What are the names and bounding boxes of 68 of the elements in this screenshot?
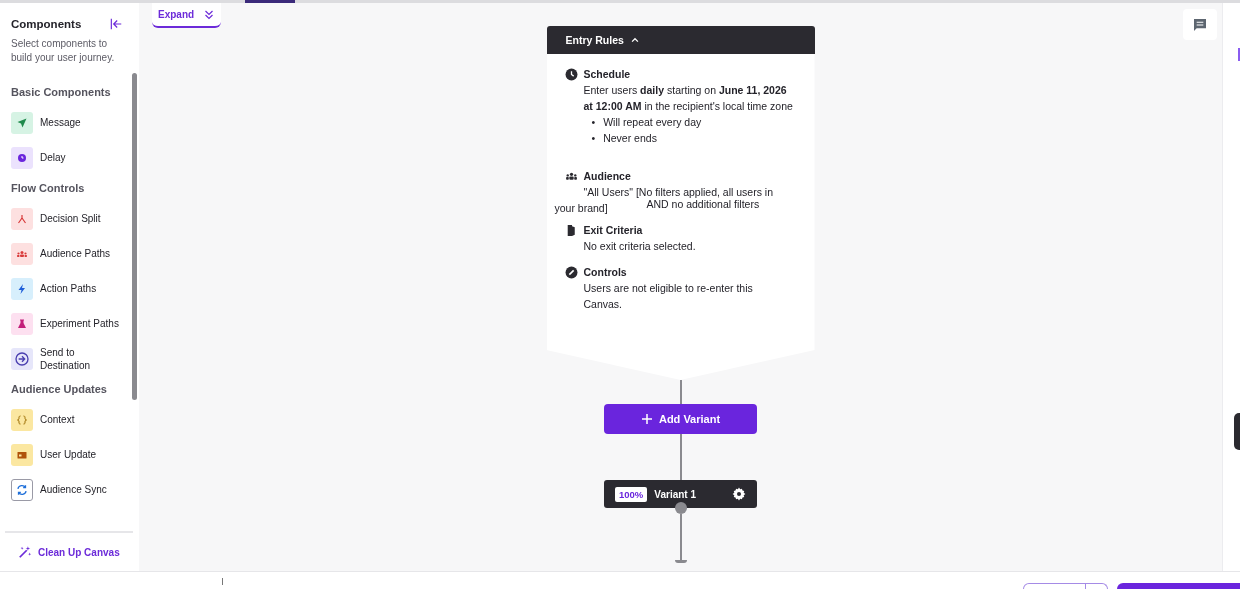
section-heading: Basic Components (10, 85, 112, 100)
magic-wand-icon (18, 545, 32, 559)
component-tile[interactable] (11, 443, 33, 466)
collapse-icon[interactable] (109, 17, 123, 31)
panel-description: Select components to build your user journey. (11, 37, 116, 65)
comment-button[interactable] (1183, 9, 1217, 40)
send-icon (16, 116, 28, 129)
component-tile[interactable] (11, 207, 33, 230)
component-label[interactable]: Audience Paths (40, 247, 120, 260)
bolt-icon (16, 282, 28, 295)
chevron-icon (629, 35, 640, 45)
percentage-badge: 100% (615, 486, 648, 502)
exit-criteria-text: No exit criteria selected. (583, 239, 697, 254)
component-tile[interactable] (11, 408, 33, 431)
clock-icon (16, 151, 28, 164)
variant-name: Variant 1 (654, 488, 697, 500)
audience-text: your brand] (554, 201, 609, 216)
comment-icon (1192, 16, 1208, 33)
component-label[interactable]: User Update (40, 448, 120, 461)
section-heading: Flow Controls (10, 181, 86, 196)
schedule-text: Enter users daily starting on June 11, 2026 at 12:00 AM in the recipient's local time zone (583, 83, 794, 114)
schedule-bullet: Will repeat every day (603, 115, 702, 130)
variant-node[interactable]: 100% Variant 1 (604, 480, 757, 508)
braces-icon (16, 413, 28, 426)
section-heading: Audience Updates (10, 382, 108, 397)
controls-text: Users are not eligible to re-enter this Canvas. (583, 281, 754, 312)
panel-tab[interactable] (1234, 413, 1240, 450)
gauge-icon (564, 265, 578, 279)
panel-title: Components (11, 18, 82, 30)
section-title: Exit Criteria (583, 223, 643, 238)
bullet-mark: • (591, 115, 596, 130)
component-label[interactable]: Message (40, 116, 120, 129)
sync-icon (15, 482, 29, 497)
component-tile[interactable] (11, 277, 33, 300)
arrow-circle-icon (14, 350, 30, 367)
plus-icon (640, 413, 653, 425)
audience-text: "All Users" [No filters applied, all users in (583, 185, 775, 200)
component-tile[interactable] (11, 111, 33, 134)
schedule-bullet: Never ends (603, 131, 657, 146)
component-label[interactable]: Audience Sync (40, 483, 120, 496)
section-title: Audience (583, 169, 631, 184)
component-label[interactable]: Send to Destination (40, 345, 120, 372)
split-button[interactable] (1023, 583, 1108, 589)
clock-icon (564, 67, 578, 81)
double-chevron-icon (203, 8, 215, 21)
component-tile[interactable] (11, 242, 33, 265)
add-variant-button[interactable]: Add Variant (604, 404, 757, 434)
component-tile[interactable] (11, 312, 33, 335)
section-title: Controls (583, 265, 627, 280)
component-tile[interactable] (11, 146, 33, 169)
component-label[interactable]: Experiment Paths (40, 317, 120, 330)
entry-rules-header[interactable]: Entry Rules (546, 26, 815, 54)
bullet-mark: • (591, 131, 596, 146)
component-label[interactable]: Context (40, 413, 120, 426)
component-label[interactable]: Delay (40, 151, 120, 164)
component-label[interactable]: Action Paths (40, 282, 120, 295)
settings-button[interactable] (732, 487, 746, 501)
audience-text: AND no additional filters (646, 198, 760, 212)
clean-up-button[interactable]: Clean Up Canvas (5, 545, 120, 559)
settings-icon (732, 487, 746, 501)
component-tile[interactable] (11, 478, 33, 501)
section-title: Schedule (583, 67, 631, 82)
expand-button[interactable]: Expand (152, 3, 221, 28)
flask-icon (16, 317, 28, 330)
component-tile[interactable] (11, 347, 33, 370)
component-label[interactable]: Decision Split (40, 212, 120, 225)
split-icon (16, 212, 28, 225)
scrollbar[interactable] (132, 73, 137, 400)
